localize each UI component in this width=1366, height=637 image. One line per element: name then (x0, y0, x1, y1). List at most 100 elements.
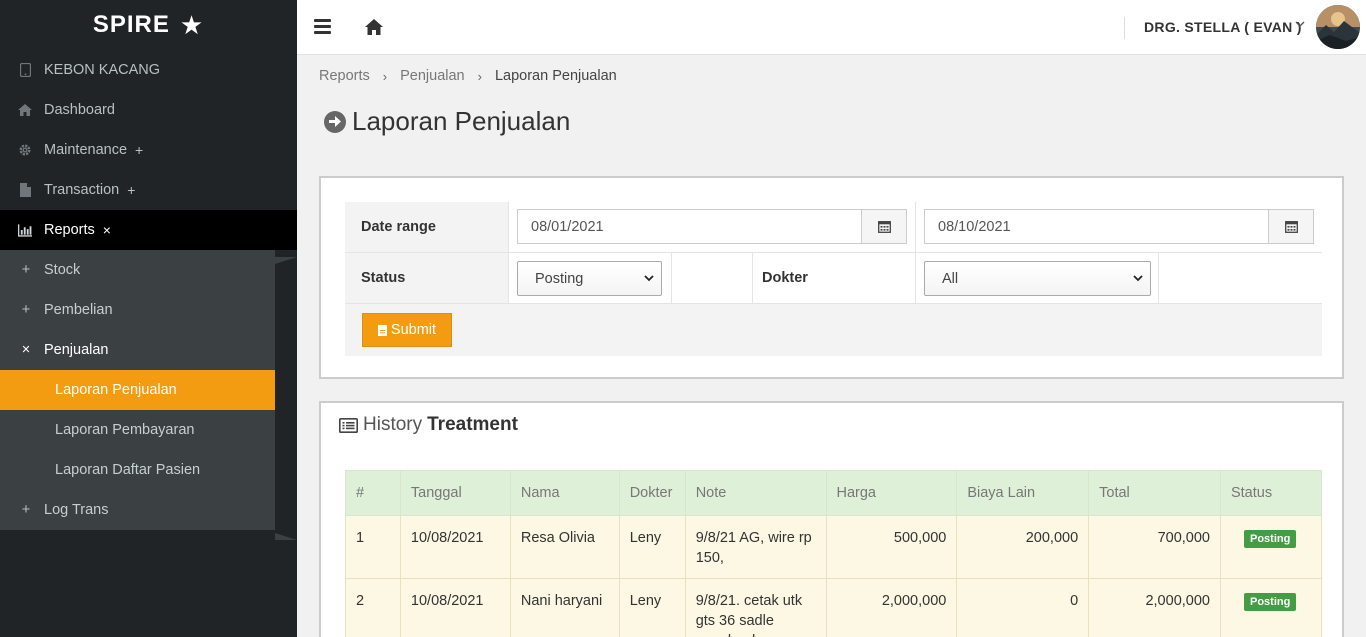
column-header[interactable]: Dokter (618, 470, 686, 516)
cell-tanggal: 10/08/2021 (399, 515, 511, 579)
empty-cell (1159, 253, 1322, 303)
submenu-link-laporan-pembayaran[interactable]: Laporan Pembayaran (0, 410, 275, 450)
cell-note: 9/8/21. cetak utk gts 36 sadle moryland,… (684, 578, 827, 637)
sidebar-item-label: Maintenance (44, 142, 128, 158)
table-row[interactable]: 1 10/08/2021 Resa Olivia Leny 9/8/21 AG,… (345, 515, 1323, 579)
chevron-right-icon: › (477, 68, 482, 84)
topbar-divider (1124, 17, 1125, 39)
cell-dokter: Leny (618, 578, 686, 637)
calendar-icon[interactable] (1268, 210, 1313, 243)
submit-button[interactable]: Submit (362, 313, 452, 347)
status-badge: Posting (1243, 530, 1297, 548)
expand-icon: + (21, 262, 31, 278)
submenu-notch-bottom (275, 533, 297, 540)
sidebar-item-reports[interactable]: Reports × (0, 210, 297, 250)
sidebar-clinic-label: KEBON KACANG (44, 62, 161, 78)
column-header[interactable]: # (345, 470, 401, 516)
breadcrumb-link-penjualan[interactable]: Penjualan (400, 68, 465, 84)
submit-button-label: Submit (390, 322, 437, 338)
date-from-value: 08/01/2021 (531, 218, 604, 235)
home-icon[interactable] (364, 18, 384, 36)
bar-chart-icon (18, 223, 32, 237)
history-table: # Tanggal Nama Dokter Note Harga Biaya L… (345, 470, 1323, 637)
submenu-item-log-trans[interactable]: + Log Trans (0, 490, 275, 530)
sidebar-item-maintenance[interactable]: Maintenance + (0, 130, 297, 170)
filter-row-date: Date range 08/01/2021 08/10/2021 (345, 202, 1322, 253)
expand-icon: + (127, 182, 136, 198)
sidebar-clinic[interactable]: KEBON KACANG (0, 50, 297, 90)
chevron-right-icon: › (382, 68, 388, 84)
table-row[interactable]: 2 10/08/2021 Nani haryani Leny 9/8/21. c… (345, 578, 1323, 637)
dokter-select[interactable]: All (924, 261, 1151, 296)
status-label: Status (345, 253, 509, 303)
sidebar-item-label: Transaction (44, 182, 120, 198)
status-select-value: Posting (535, 270, 584, 287)
status-cell: Posting (509, 253, 672, 303)
brand-logo[interactable]: SPIRE ★ (0, 0, 297, 50)
sidebar-item-transaction[interactable]: Transaction + (0, 170, 297, 210)
dokter-cell: All (916, 253, 1159, 303)
column-header[interactable]: Harga (825, 470, 958, 516)
sidebar-item-dashboard[interactable]: Dashboard (0, 90, 297, 130)
history-title: History Treatment (339, 414, 518, 436)
collapse-icon: × (102, 222, 111, 238)
submenu-item-stock[interactable]: + Stock (0, 250, 275, 290)
brand-name: SPIRE (92, 11, 170, 38)
column-header[interactable]: Nama (509, 470, 620, 516)
date-from-input[interactable]: 08/01/2021 (517, 209, 907, 244)
submenu-item-penjualan[interactable]: × Penjualan (0, 330, 275, 370)
cell-status: Posting (1219, 515, 1323, 579)
cell-no: 2 (345, 578, 401, 637)
date-to-cell: 08/10/2021 (916, 202, 1322, 252)
cell-status: Posting (1219, 578, 1323, 637)
gear-icon (18, 143, 32, 157)
sidebar-item-label: Reports (44, 222, 95, 238)
cell-dokter: Leny (618, 515, 686, 579)
filter-panel: Date range 08/01/2021 08/10/2021 Status … (319, 176, 1344, 379)
submenu-link-laporan-daftar-pasien[interactable]: Laporan Daftar Pasien (0, 450, 275, 490)
file-icon (377, 324, 387, 336)
hamburger-menu-icon[interactable] (314, 19, 331, 34)
cell-nama: Resa Olivia (509, 515, 620, 579)
history-title-light: History (363, 414, 423, 435)
spacer-cell (672, 253, 753, 303)
user-menu-name[interactable]: DRG. STELLA ( EVAN ) (1144, 19, 1302, 35)
page-title-text: Laporan Penjualan (352, 106, 571, 136)
tablet-icon (18, 63, 32, 77)
avatar[interactable] (1316, 5, 1360, 49)
cell-total: 700,000 (1088, 515, 1221, 579)
column-header[interactable]: Tanggal (399, 470, 511, 516)
submenu-item-label: Stock (44, 262, 81, 278)
submenu-item-label: Log Trans (44, 502, 109, 518)
history-panel: History Treatment # Tanggal Nama Dokter … (319, 401, 1344, 637)
dokter-select-value: All (942, 270, 959, 287)
submenu-link-laporan-penjualan[interactable]: Laporan Penjualan (0, 370, 275, 410)
expand-icon: + (21, 502, 31, 518)
expand-icon: + (21, 302, 31, 318)
chevron-down-icon[interactable] (1295, 19, 1305, 31)
cell-no: 1 (345, 515, 401, 579)
column-header[interactable]: Total (1088, 470, 1221, 516)
cell-harga: 2,000,000 (825, 578, 958, 637)
calendar-icon[interactable] (861, 210, 906, 243)
list-icon (339, 417, 363, 433)
date-range-label: Date range (345, 202, 509, 252)
collapse-icon: × (21, 342, 31, 358)
cell-nama: Nani haryani (509, 578, 620, 637)
filter-row-status: Status Posting Dokter All (345, 253, 1322, 304)
arrow-circle-right-icon (324, 110, 346, 133)
breadcrumb: Reports › Penjualan › Laporan Penjualan (319, 68, 617, 84)
table-header-row: # Tanggal Nama Dokter Note Harga Biaya L… (345, 470, 1323, 516)
column-header[interactable]: Status (1219, 470, 1323, 516)
breadcrumb-link-reports[interactable]: Reports (319, 68, 370, 84)
column-header[interactable]: Note (684, 470, 827, 516)
status-select[interactable]: Posting (517, 261, 662, 296)
cell-note: 9/8/21 AG, wire rp 150, (684, 515, 827, 579)
column-header[interactable]: Biaya Lain (956, 470, 1090, 516)
submenu-item-pembelian[interactable]: + Pembelian (0, 290, 275, 330)
date-from-cell: 08/01/2021 (509, 202, 916, 252)
date-to-value: 08/10/2021 (938, 218, 1011, 235)
cell-total: 2,000,000 (1088, 578, 1221, 637)
date-to-input[interactable]: 08/10/2021 (924, 209, 1314, 244)
reports-submenu: + Stock + Pembelian × Penjualan Laporan … (0, 250, 275, 530)
